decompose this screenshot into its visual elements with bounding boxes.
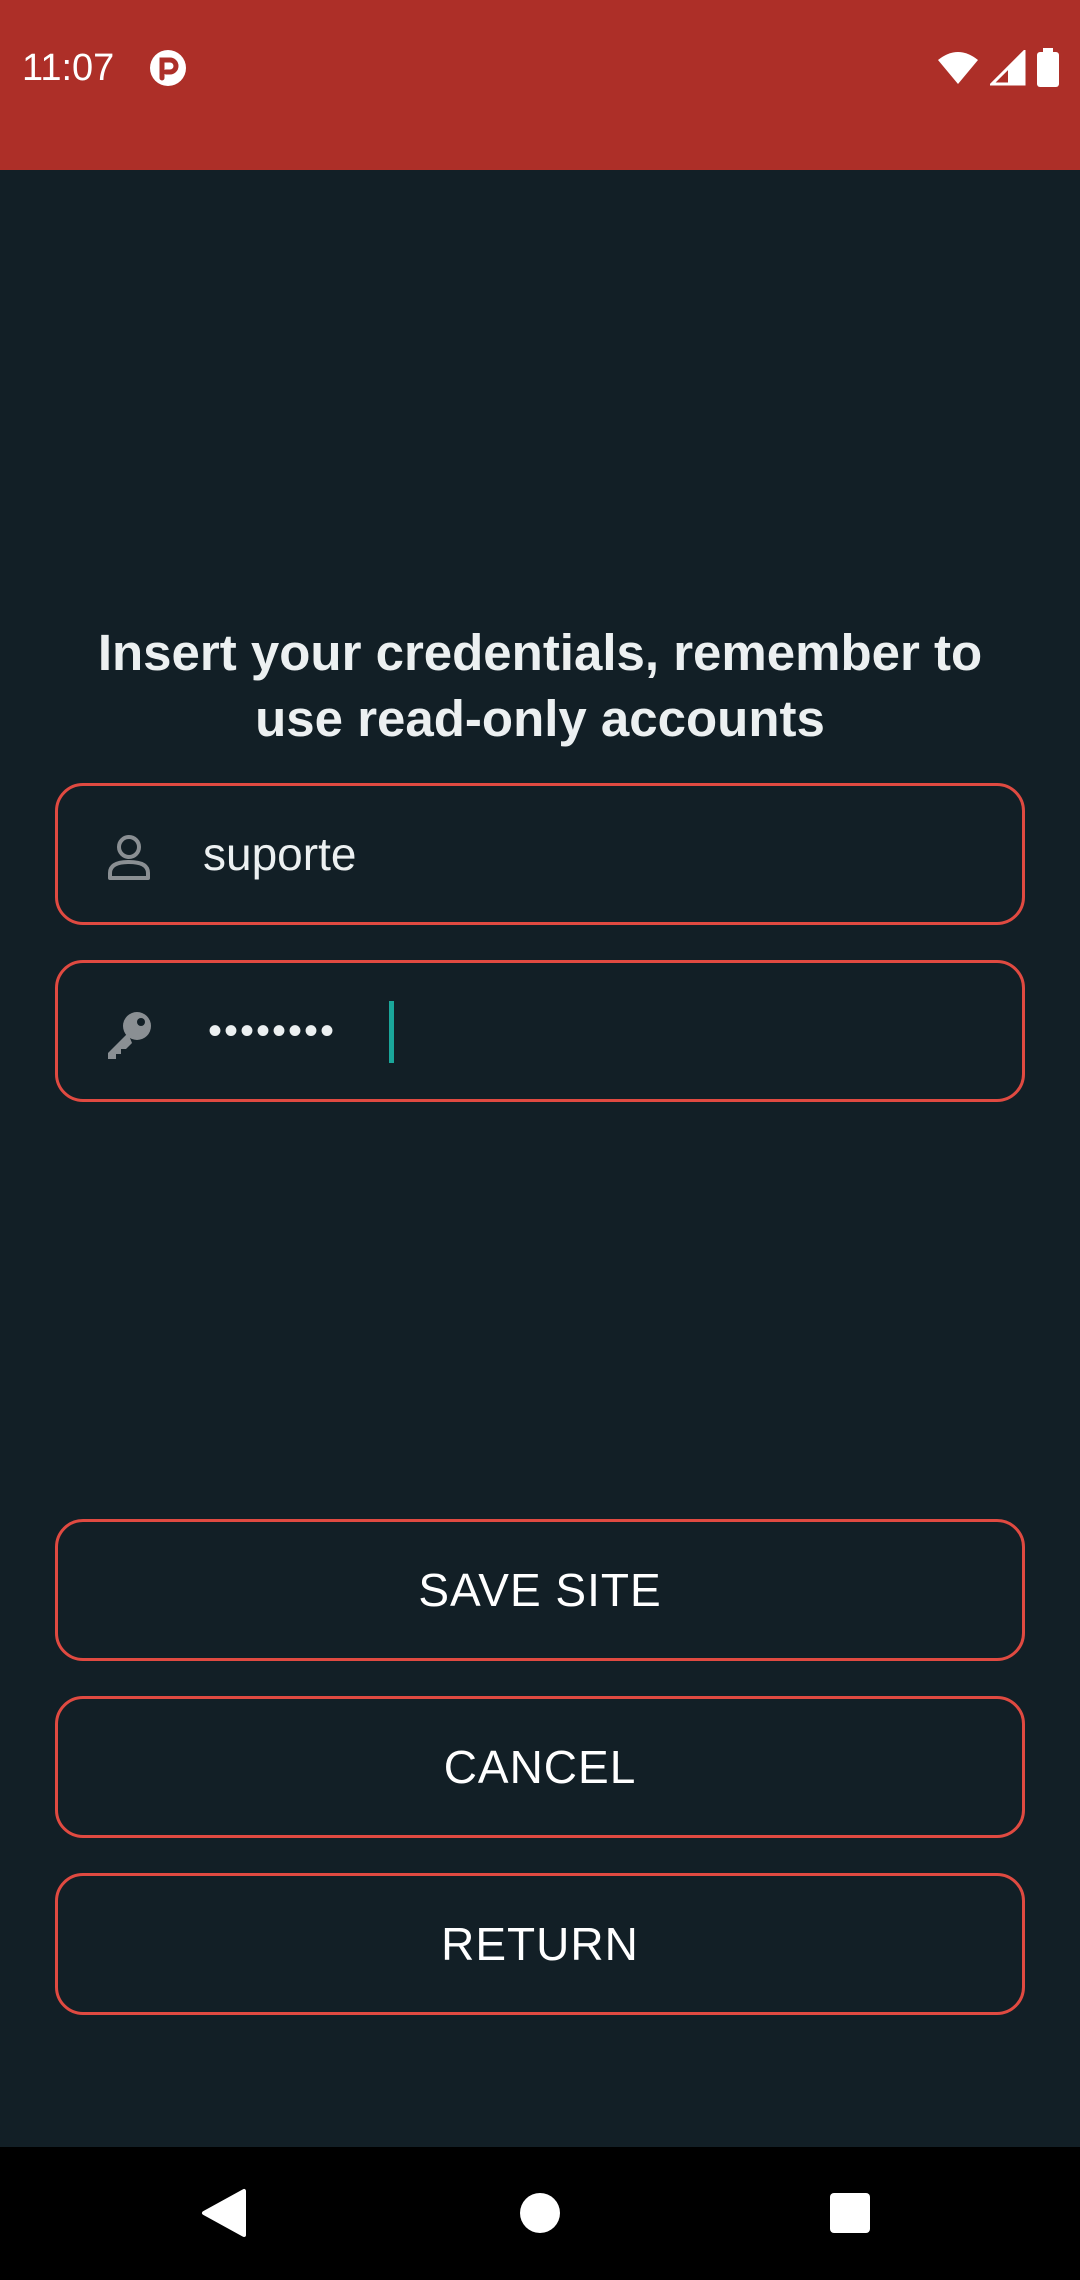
credentials-screen: 11:07 Insert your credentials, remember … [0, 0, 1080, 2280]
password-field[interactable]: •••••••• [55, 960, 1025, 1102]
instruction-text: Insert your credentials, remember to use… [97, 624, 983, 747]
username-field[interactable]: suporte [55, 783, 1025, 925]
save-site-button[interactable]: SAVE SITE [55, 1519, 1025, 1661]
status-bar: 11:07 [0, 0, 1080, 170]
battery-icon [1037, 48, 1059, 87]
username-value: suporte [203, 828, 357, 880]
user-icon [108, 835, 150, 880]
recents-icon[interactable] [814, 2177, 886, 2249]
wifi-icon [938, 52, 978, 84]
home-icon[interactable] [504, 2177, 576, 2249]
back-icon[interactable] [190, 2177, 262, 2249]
navigation-bar [0, 2147, 1080, 2280]
app-notification-icon [150, 50, 186, 86]
text-cursor [389, 1001, 394, 1063]
return-button[interactable]: RETURN [55, 1873, 1025, 2015]
status-time: 11:07 [22, 47, 115, 89]
cancel-button[interactable]: CANCEL [55, 1696, 1025, 1838]
key-icon [108, 1012, 151, 1059]
cell-signal-icon [990, 50, 1026, 86]
status-icons [936, 46, 1060, 90]
password-value: •••••••• [208, 1009, 337, 1053]
